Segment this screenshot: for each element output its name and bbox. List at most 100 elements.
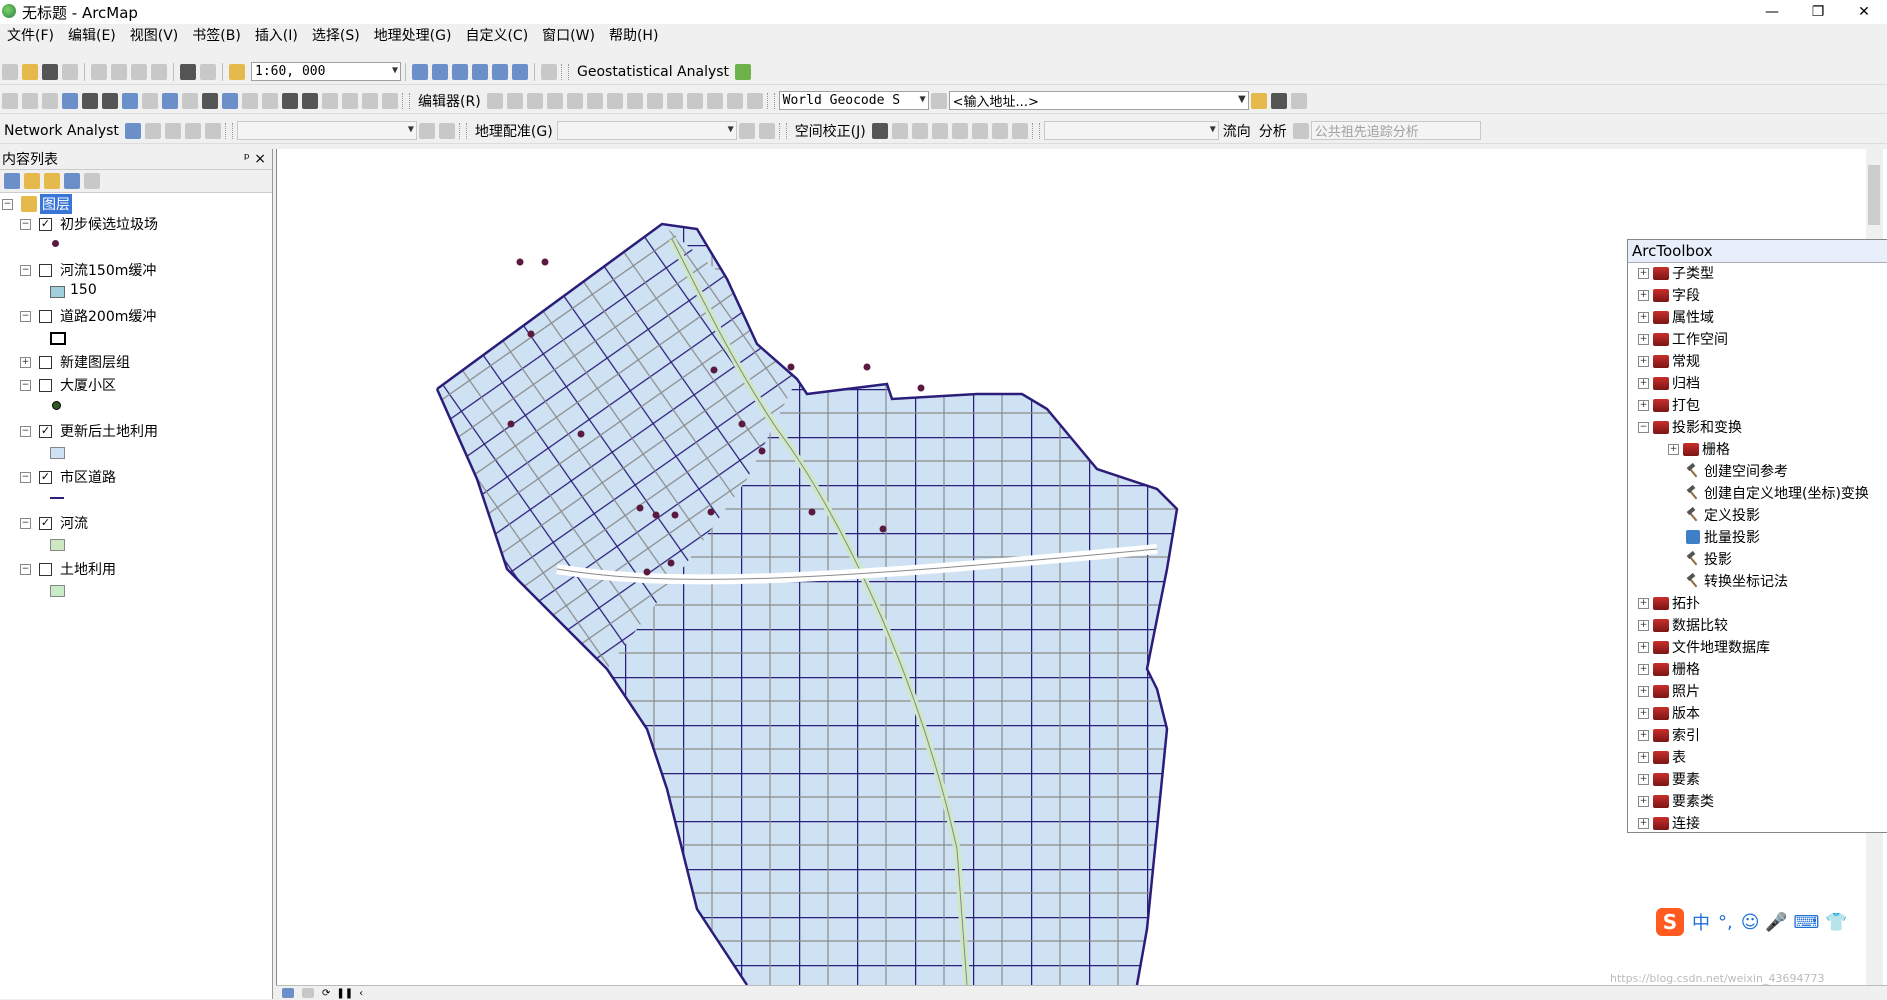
expand-icon[interactable]: +: [1638, 707, 1649, 719]
print-icon[interactable]: [62, 63, 78, 80]
undo-icon[interactable]: [180, 63, 196, 80]
toc-icon[interactable]: [432, 63, 448, 80]
layer-label[interactable]: 土地利用: [60, 559, 116, 579]
select-icon[interactable]: [871, 122, 888, 139]
ime-tool-icons[interactable]: ☺ 🎤 ⌨ 👕: [1741, 912, 1848, 933]
rotate-icon[interactable]: [686, 92, 703, 109]
select-elements-icon[interactable]: [202, 92, 218, 109]
layer-row-updated-landuse[interactable]: − ✓ 更新后土地利用: [20, 422, 158, 440]
trace-task-icon[interactable]: [1292, 122, 1309, 139]
collapse-icon[interactable]: −: [20, 471, 31, 483]
network-solve-icon[interactable]: [164, 122, 181, 139]
layer-row-candidate-sites[interactable]: − ✓ 初步候选垃圾场: [20, 215, 158, 233]
time-slider-icon[interactable]: [362, 92, 378, 109]
editor-menu[interactable]: 编辑器(R): [414, 91, 485, 111]
straight-segment-icon[interactable]: [526, 92, 543, 109]
view-links-icon[interactable]: [971, 122, 988, 139]
menu-help[interactable]: 帮助(H): [602, 25, 665, 45]
toolbox-item[interactable]: 创建自定义地理(坐标)变换: [1684, 483, 1869, 503]
layer-label[interactable]: 河流: [60, 513, 88, 533]
network-directions-icon[interactable]: [184, 122, 201, 139]
toolbox-item[interactable]: + 字段: [1638, 285, 1700, 305]
geocode-icon[interactable]: [1250, 92, 1267, 109]
layer-visibility-checkbox[interactable]: [39, 355, 52, 369]
measure-icon[interactable]: [282, 92, 298, 109]
toolbox-item[interactable]: + 连接: [1638, 813, 1700, 832]
toolbox-item[interactable]: + 要素类: [1638, 791, 1714, 811]
toolbox-item[interactable]: + 数据比较: [1638, 615, 1728, 635]
editor-toolbar-icon[interactable]: [412, 63, 428, 80]
toolbox-item[interactable]: + 要素: [1638, 769, 1700, 789]
layer-visibility-checkbox[interactable]: [39, 263, 52, 277]
toolbox-item[interactable]: − 投影和变换: [1638, 417, 1742, 437]
collapse-icon[interactable]: −: [20, 310, 31, 322]
menu-file[interactable]: 文件(F): [0, 25, 61, 45]
layer-row-roads[interactable]: − ✓ 市区道路: [20, 468, 116, 486]
toolbox-item[interactable]: + 子类型: [1638, 263, 1714, 283]
edge-match-icon[interactable]: [1011, 122, 1028, 139]
create-features-icon[interactable]: [746, 92, 763, 109]
edit-tool-icon[interactable]: [486, 92, 503, 109]
geostat-wizard-icon[interactable]: [735, 63, 752, 80]
expand-icon[interactable]: +: [1638, 333, 1649, 345]
layer-label[interactable]: 初步候选垃圾场: [60, 214, 158, 234]
toolbox-item[interactable]: + 表: [1638, 747, 1686, 767]
layer-visibility-checkbox[interactable]: ✓: [39, 217, 52, 231]
toolbox-item[interactable]: + 版本: [1638, 703, 1700, 723]
multi-link-icon[interactable]: [931, 122, 948, 139]
toolbox-item[interactable]: + 照片: [1638, 681, 1700, 701]
fixed-zoom-out-icon[interactable]: [102, 92, 118, 109]
collapse-icon[interactable]: −: [20, 379, 31, 391]
list-by-selection-icon[interactable]: [64, 173, 80, 189]
pause-icon[interactable]: ❚❚: [336, 988, 353, 999]
forward-icon[interactable]: [142, 92, 158, 109]
analysis-menu[interactable]: 分析: [1255, 121, 1291, 141]
expand-icon[interactable]: +: [1638, 641, 1649, 653]
split-icon[interactable]: [666, 92, 683, 109]
layer-label[interactable]: 新建图层组: [60, 352, 130, 372]
scroll-left-icon[interactable]: ‹: [359, 988, 363, 999]
locate-icon[interactable]: [1270, 92, 1287, 109]
find-icon[interactable]: [302, 92, 318, 109]
new-icon[interactable]: [2, 63, 18, 80]
cut-polygons-icon[interactable]: [646, 92, 663, 109]
save-icon[interactable]: [42, 63, 58, 80]
menu-view[interactable]: 视图(V): [123, 25, 186, 45]
pan-icon[interactable]: [42, 92, 58, 109]
trace-icon[interactable]: [566, 92, 583, 109]
expand-icon[interactable]: +: [1638, 399, 1649, 411]
expand-icon[interactable]: +: [1638, 619, 1649, 631]
expand-icon[interactable]: +: [1668, 443, 1679, 455]
toolbox-item[interactable]: 转换坐标记法: [1684, 571, 1788, 591]
collapse-icon[interactable]: −: [20, 218, 31, 230]
maximize-button[interactable]: ❐: [1795, 0, 1841, 24]
layer-row-road-buffer[interactable]: − 道路200m缓冲: [20, 307, 156, 325]
expand-icon[interactable]: +: [1638, 377, 1649, 389]
network-window-icon[interactable]: [124, 122, 141, 139]
point-icon[interactable]: [586, 92, 603, 109]
georeferencing-menu[interactable]: 地理配准(G): [471, 121, 557, 141]
georef-fit-icon[interactable]: [418, 122, 435, 139]
delete-icon[interactable]: [151, 63, 167, 80]
menu-customize[interactable]: 自定义(C): [458, 25, 535, 45]
address-input[interactable]: <输入地址...> ▼: [948, 91, 1249, 110]
geocode-service-combo[interactable]: World Geocode S ▼: [778, 91, 929, 110]
expand-icon[interactable]: +: [1638, 267, 1649, 279]
edit-vertices-icon[interactable]: [606, 92, 623, 109]
refresh-icon[interactable]: ⟳: [322, 988, 330, 999]
toolbox-item[interactable]: + 索引: [1638, 725, 1700, 745]
cut-icon[interactable]: [91, 63, 107, 80]
back-icon[interactable]: [122, 92, 138, 109]
hyperlink-icon[interactable]: [242, 92, 258, 109]
zoom-out-icon[interactable]: [22, 92, 38, 109]
utility-network-combo[interactable]: ▼: [1043, 121, 1219, 140]
collapse-icon[interactable]: −: [1638, 421, 1649, 433]
clear-selection-icon[interactable]: [182, 92, 198, 109]
layer-visibility-checkbox[interactable]: ✓: [39, 470, 52, 484]
toolbox-item[interactable]: + 打包: [1638, 395, 1700, 415]
paste-icon[interactable]: [131, 63, 147, 80]
geocode-options-icon[interactable]: [930, 92, 947, 109]
layer-label[interactable]: 河流150m缓冲: [60, 260, 156, 280]
menu-edit[interactable]: 编辑(E): [61, 25, 123, 45]
goto-xy-icon[interactable]: [342, 92, 358, 109]
